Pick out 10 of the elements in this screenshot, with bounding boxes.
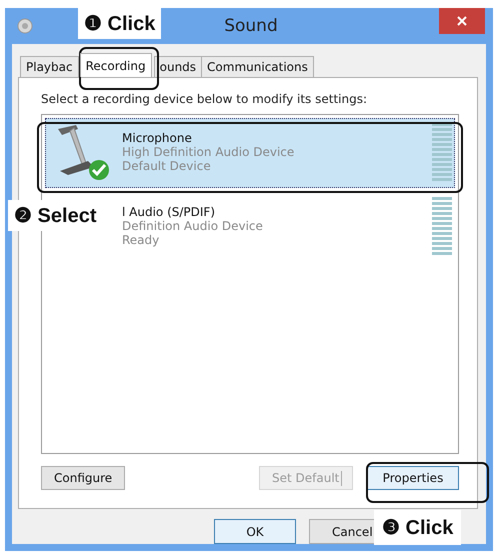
step-callout-tooltip: ❸ Click [374,510,462,545]
instruction-text: Select a recording device below to modify its settings: [41,92,368,106]
device-status: Default Device [122,159,212,173]
step-callout-tooltip: ❶ Click [78,8,162,39]
window-title: Sound [224,16,278,36]
device-description: Definition Audio Device [122,219,264,233]
device-name: Microphone [122,131,193,145]
device-description: High Definition Audio Device [122,145,296,159]
device-status: Ready [122,233,160,247]
device-name: l Audio (S/PDIF) [122,205,216,219]
